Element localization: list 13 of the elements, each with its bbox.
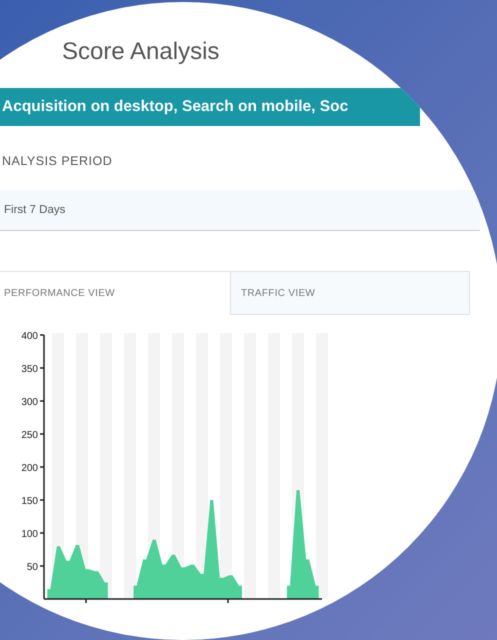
view-tab[interactable]: TRAFFIC VIEW xyxy=(230,271,470,315)
y-tick-label: 50 xyxy=(26,562,38,573)
y-tick-label: 100 xyxy=(21,529,38,540)
y-tick-label: 250 xyxy=(21,430,38,441)
period-field[interactable]: First 7 Days xyxy=(0,190,480,231)
segment-banner: Acquisition on desktop, Search on mobile, Soc xyxy=(0,88,420,126)
field-label: NALYSIS PERIOD xyxy=(1,154,114,168)
y-tick-label: 150 xyxy=(21,496,38,507)
page-title: Score Analysis xyxy=(61,37,220,67)
y-tick-label: 400 xyxy=(21,331,38,342)
y-tick-label: 350 xyxy=(21,364,38,375)
y-tick-label: 300 xyxy=(21,397,38,408)
y-tick-label: 200 xyxy=(21,463,38,474)
